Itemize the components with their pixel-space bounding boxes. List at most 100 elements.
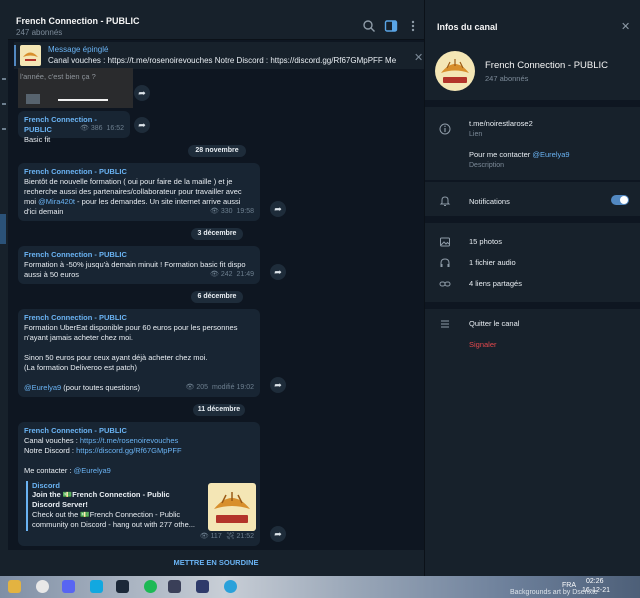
message-bubble[interactable]: French Connection - PUBLIC Formation à -…: [18, 246, 260, 284]
message-text-line: Formation UberEat disponible pour 60 eur…: [24, 323, 238, 332]
channel-info-panel: Infos du canal ✕ French Connection - PUB…: [424, 0, 640, 576]
message-meta: 👁 117 ✈ 21:52: [199, 533, 254, 540]
spotify-icon[interactable]: [144, 580, 157, 593]
chat-subscriber-count: 247 abonnés: [16, 28, 63, 37]
steam-icon[interactable]: [116, 580, 129, 593]
message-bubble[interactable]: French Connection - PUBLIC Bientôt de no…: [18, 163, 260, 221]
message-time: 21:52: [236, 533, 254, 540]
message-time: 21:49: [236, 271, 254, 278]
channel-description-label: Description: [469, 162, 505, 169]
pinned-text: Canal vouches : https://t.me/rosenoirevo…: [48, 56, 398, 65]
discord-link[interactable]: https://discord.gg/Rf67GMpPFF: [76, 446, 181, 455]
croissant-logo-icon: [441, 59, 469, 83]
text-fragment: - pour les demandes. Un site internet ar…: [74, 197, 241, 206]
photos-count[interactable]: 15 photos: [469, 237, 502, 246]
share-icon[interactable]: ➦: [270, 377, 286, 393]
browser-icon[interactable]: [36, 580, 49, 593]
clock-time[interactable]: 02:26: [586, 578, 604, 585]
sidebar-selection[interactable]: [0, 214, 6, 244]
app-icon[interactable]: [196, 580, 209, 593]
pinned-accent-bar: [14, 45, 16, 66]
app-icon[interactable]: [168, 580, 181, 593]
date-separator: 6 décembre: [191, 291, 243, 303]
message-text-line: Sinon 50 euros pour ceux ayant déjà ache…: [24, 353, 208, 362]
share-icon[interactable]: ➦: [270, 526, 286, 542]
skype-icon[interactable]: [90, 580, 103, 593]
date-separator: 3 décembre: [191, 228, 243, 240]
info-panel-title: Infos du canal: [437, 22, 498, 32]
channel-link[interactable]: t.me/noirestlarose2: [469, 119, 533, 128]
channel-description[interactable]: Pour me contacter @Eurelya9: [469, 150, 570, 159]
photo-caption: l'année, c'est bien ça ?: [20, 72, 96, 81]
toggle-knob: [620, 196, 628, 204]
view-count: 117: [210, 533, 222, 540]
mention-link[interactable]: @Eurelya9: [74, 466, 111, 475]
report-button[interactable]: Signaler: [469, 340, 497, 349]
message-meta: 👁 242 21:49: [210, 271, 254, 278]
headphones-icon: [440, 258, 450, 267]
left-sidebar-strip: [0, 0, 8, 576]
message-time: 19:58: [236, 208, 254, 215]
mention-link[interactable]: @Eurelya9: [24, 383, 61, 392]
preview-description: Check out the 💵French Connection - Publi…: [32, 510, 196, 529]
leave-channel-button[interactable]: Quitter le canal: [469, 319, 519, 328]
sidebar-toggle-icon[interactable]: [384, 19, 398, 33]
edited-label: modifié: [211, 384, 235, 391]
search-icon[interactable]: [362, 19, 376, 33]
audio-count[interactable]: 1 fichier audio: [469, 258, 516, 267]
vouches-link[interactable]: https://t.me/rosenoirevouches: [80, 436, 178, 445]
photo-message-fragment[interactable]: l'année, c'est bien ça ?: [18, 68, 133, 108]
message-text-line: Me contacter : @Eurelya9: [24, 466, 254, 476]
mention-link[interactable]: @Eurelya9: [532, 150, 569, 159]
channel-subscribers: 247 abonnés: [485, 74, 529, 83]
date-separator: 11 décembre: [193, 404, 245, 416]
message-meta: 👁 205 modifié 19:02: [185, 384, 254, 391]
wallpaper-credit: Backgrounds art by Dsenxtc: [510, 589, 598, 596]
notifications-toggle[interactable]: [611, 195, 629, 205]
mute-button[interactable]: METTRE EN SOURDINE: [8, 550, 424, 576]
message-author: French Connection - PUBLIC: [24, 313, 127, 322]
folder-icon[interactable]: [8, 580, 21, 593]
image-icon: [26, 94, 40, 104]
share-icon[interactable]: ➦: [270, 264, 286, 280]
line-spacer: [24, 343, 254, 353]
discord-icon[interactable]: [62, 580, 75, 593]
channel-link-label: Lien: [469, 131, 483, 138]
pinned-label: Message épinglé: [48, 45, 109, 54]
text-fragment: Canal vouches :: [24, 436, 80, 445]
message-text: Basic fit: [24, 135, 51, 144]
link-preview-card[interactable]: Discord Join the 💵French Connection - Pu…: [26, 481, 256, 531]
close-info-icon[interactable]: ✕: [621, 20, 630, 33]
more-options-icon[interactable]: [406, 19, 420, 33]
language-indicator[interactable]: FRA: [562, 582, 576, 589]
message-text-line: Canal vouches : https://t.me/rosenoirevo…: [24, 436, 254, 446]
pinned-message-bar[interactable]: Message épinglé Canal vouches : https://…: [14, 42, 424, 69]
share-icon[interactable]: ➦: [134, 117, 150, 133]
photo-icon: [440, 237, 450, 247]
share-icon[interactable]: ➦: [134, 85, 150, 101]
message-text-line: Notre Discord : https://discord.gg/Rf67G…: [24, 446, 254, 456]
message-meta: 👁 330 19:58: [210, 208, 254, 215]
links-count[interactable]: 4 liens partagés: [469, 279, 522, 288]
list-icon: [441, 320, 449, 328]
link-icon: [439, 281, 451, 287]
text-fragment: moi: [24, 197, 39, 206]
sidebar-marker: [2, 78, 6, 80]
croissant-logo-icon: [214, 492, 250, 523]
message-text-line: Bientôt de nouvelle formation ( oui pour…: [24, 177, 233, 186]
channel-avatar[interactable]: [435, 51, 475, 91]
mention-link[interactable]: @Mira420t: [38, 197, 75, 206]
message-text-line: recherche aussi des partenaires/collabor…: [24, 187, 242, 196]
message-bubble[interactable]: French Connection - PUBLIC Formation Ube…: [18, 309, 260, 397]
message-bubble[interactable]: French Connection - PUBLIC Basic fit 👁 3…: [18, 111, 130, 144]
close-pinned-icon[interactable]: ✕: [414, 51, 423, 64]
message-meta: 👁 386 16:52: [80, 125, 124, 132]
croissant-logo-icon: [23, 52, 38, 61]
telegram-icon[interactable]: [224, 580, 237, 593]
view-count: 386: [90, 125, 103, 132]
preview-thumbnail: [208, 483, 256, 531]
chat-header: French Connection - PUBLIC 247 abonnés: [8, 0, 424, 40]
chat-title[interactable]: French Connection - PUBLIC: [16, 16, 140, 26]
share-icon[interactable]: ➦: [270, 201, 286, 217]
channel-name: French Connection - PUBLIC: [485, 60, 609, 71]
